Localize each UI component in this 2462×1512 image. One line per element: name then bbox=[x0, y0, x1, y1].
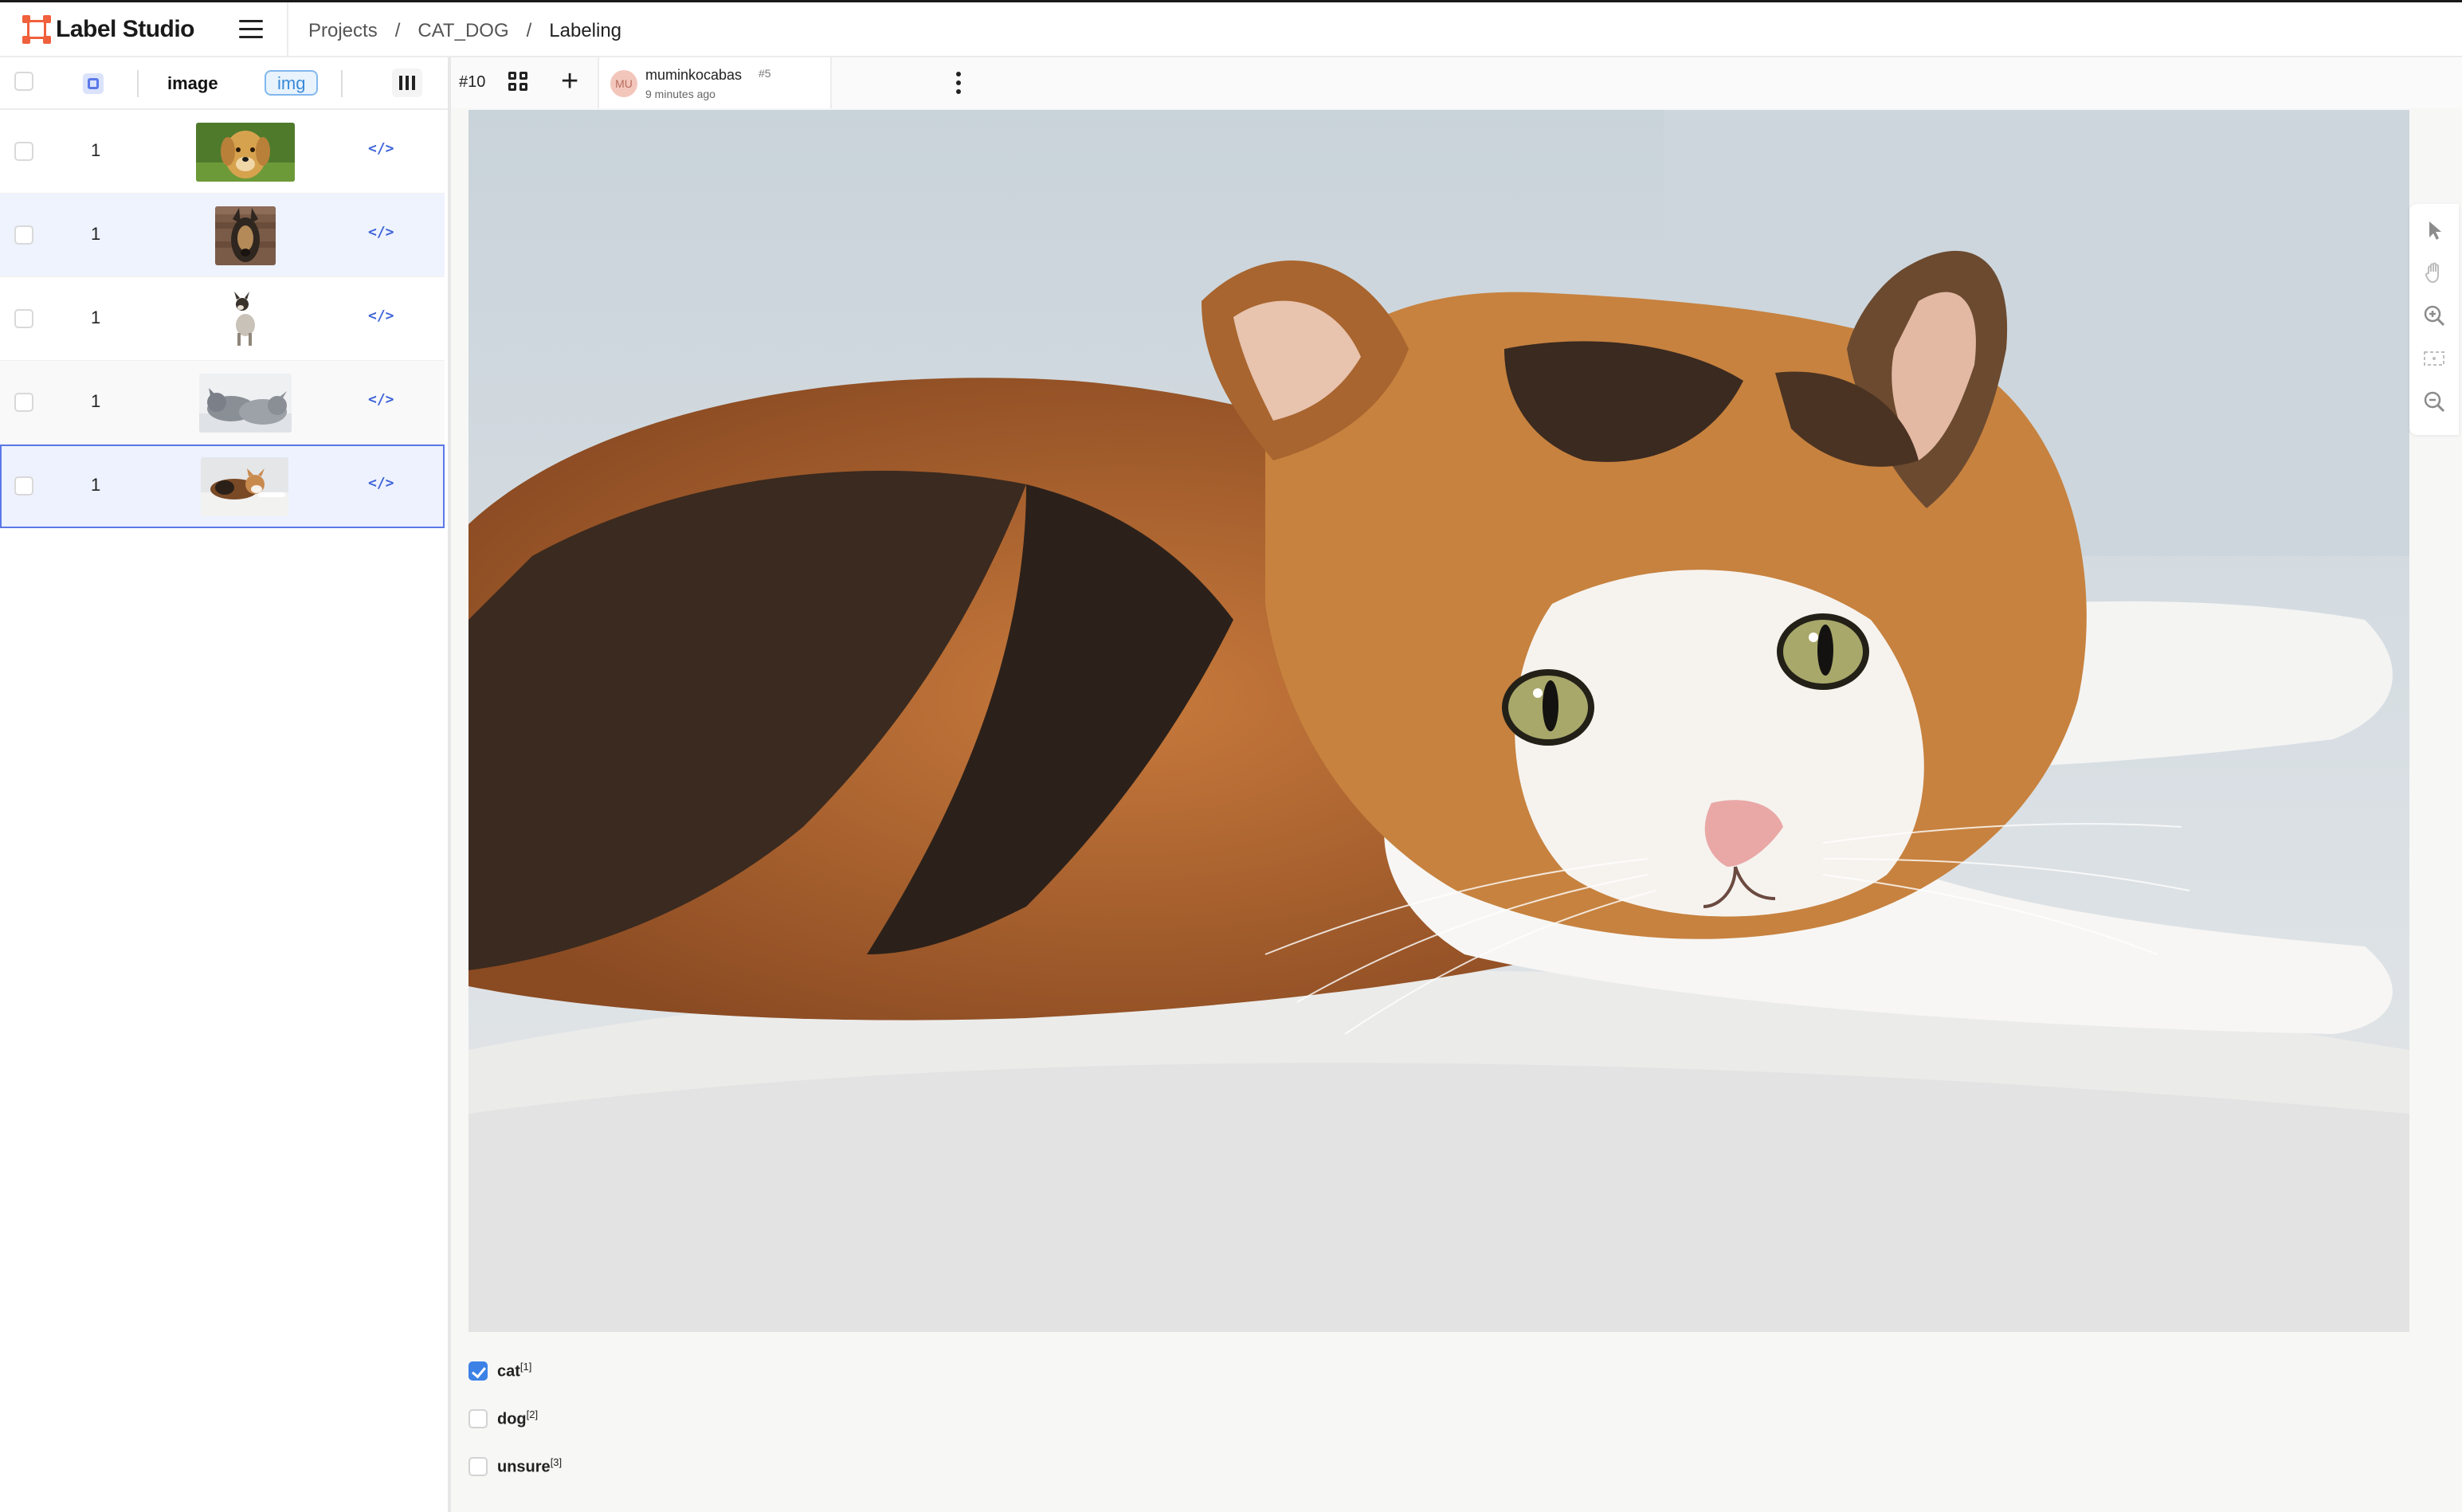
breadcrumb-separator: / bbox=[394, 20, 401, 41]
choice-checkbox-checked[interactable] bbox=[468, 1361, 488, 1381]
breadcrumb-project[interactable]: CAT_DOG bbox=[418, 20, 508, 42]
breadcrumb: Projects / CAT_DOG / Labeling bbox=[308, 20, 621, 42]
choice-label: cat[1] bbox=[497, 1361, 532, 1381]
choice-label: dog[2] bbox=[497, 1408, 539, 1428]
top-bar: Label Studio Projects / CAT_DOG / Labeli… bbox=[0, 0, 2462, 58]
annotation-toolbar: #10 + MU muminkocabas #5 9 minutes ago bbox=[451, 57, 2462, 110]
task-table-header: image img bbox=[0, 57, 448, 110]
choice-cat[interactable]: cat[1] bbox=[468, 1361, 531, 1381]
app-logo[interactable]: Label Studio bbox=[22, 15, 195, 44]
choice-unsure[interactable]: unsure[3] bbox=[468, 1456, 562, 1477]
annotation-tab[interactable]: MU muminkocabas #5 9 minutes ago bbox=[598, 57, 961, 108]
column-divider bbox=[137, 70, 139, 97]
row-checkbox[interactable] bbox=[14, 309, 33, 328]
code-view-icon[interactable]: </> bbox=[368, 391, 394, 408]
select-all-checkbox[interactable] bbox=[14, 72, 33, 91]
table-row[interactable]: 1 </> bbox=[0, 194, 445, 277]
annotation-count: 1 bbox=[91, 475, 101, 495]
choice-checkbox[interactable] bbox=[468, 1408, 488, 1428]
row-checkbox[interactable] bbox=[14, 225, 33, 245]
annotation-id: #5 bbox=[759, 67, 771, 80]
row-checkbox[interactable] bbox=[14, 476, 33, 496]
avatar: MU bbox=[610, 70, 637, 97]
choice-checkbox[interactable] bbox=[468, 1456, 488, 1476]
column-type-badge: img bbox=[265, 70, 319, 96]
annotation-count: 1 bbox=[91, 140, 101, 160]
task-id: #10 bbox=[459, 73, 486, 91]
table-row-selected[interactable]: 1 </> bbox=[0, 445, 445, 528]
annotation-count: 1 bbox=[91, 224, 101, 244]
code-view-icon[interactable]: </> bbox=[368, 140, 394, 157]
code-view-icon[interactable]: </> bbox=[368, 224, 394, 241]
image-thumbnail bbox=[223, 290, 268, 349]
label-studio-logo-icon bbox=[22, 15, 51, 44]
breadcrumb-current: Labeling bbox=[549, 20, 622, 41]
table-row[interactable]: 1 </> bbox=[0, 361, 445, 445]
image-thumbnail bbox=[215, 206, 276, 265]
add-annotation-icon[interactable]: + bbox=[561, 64, 578, 99]
breadcrumb-projects[interactable]: Projects bbox=[308, 20, 378, 42]
image-tools-panel bbox=[2409, 204, 2459, 435]
hand-icon[interactable] bbox=[2421, 260, 2447, 285]
task-image[interactable] bbox=[468, 110, 2409, 1332]
choice-label: unsure[3] bbox=[497, 1456, 563, 1476]
table-row[interactable]: 1 </> bbox=[0, 110, 445, 194]
annotator-name: muminkocabas bbox=[645, 67, 743, 83]
code-view-icon[interactable]: </> bbox=[368, 307, 394, 324]
table-row[interactable]: 1 </> bbox=[0, 277, 445, 361]
choice-dog[interactable]: dog[2] bbox=[468, 1408, 538, 1429]
grid-view-icon[interactable] bbox=[508, 72, 529, 92]
breadcrumb-separator: / bbox=[526, 20, 532, 41]
columns-toggle-icon[interactable] bbox=[392, 69, 422, 97]
annotations-column-icon[interactable] bbox=[83, 73, 104, 94]
zoom-in-icon[interactable] bbox=[2421, 303, 2447, 328]
column-header-image[interactable]: image bbox=[167, 73, 218, 94]
pointer-icon[interactable] bbox=[2421, 217, 2447, 242]
annotation-count: 1 bbox=[91, 307, 101, 327]
image-thumbnail bbox=[196, 123, 295, 182]
labeling-area: cat[1] dog[2] unsure[3] bbox=[451, 108, 2462, 1512]
row-checkbox[interactable] bbox=[14, 142, 33, 161]
divider bbox=[287, 2, 288, 58]
app-name: Label Studio bbox=[56, 16, 195, 42]
task-list-panel: image img 1 </> 1 </> 1 </> 1 </> 1 </> bbox=[0, 57, 451, 1512]
more-options-icon[interactable] bbox=[956, 72, 961, 96]
image-thumbnail bbox=[201, 457, 288, 516]
row-checkbox[interactable] bbox=[14, 393, 33, 412]
image-thumbnail bbox=[199, 374, 292, 433]
zoom-out-icon[interactable] bbox=[2421, 389, 2447, 414]
code-view-icon[interactable]: </> bbox=[368, 475, 394, 492]
annotation-count: 1 bbox=[91, 391, 101, 411]
column-divider bbox=[341, 70, 343, 97]
annotation-time: 9 minutes ago bbox=[645, 88, 715, 100]
fit-icon[interactable] bbox=[2421, 346, 2447, 371]
menu-icon[interactable] bbox=[239, 20, 263, 41]
